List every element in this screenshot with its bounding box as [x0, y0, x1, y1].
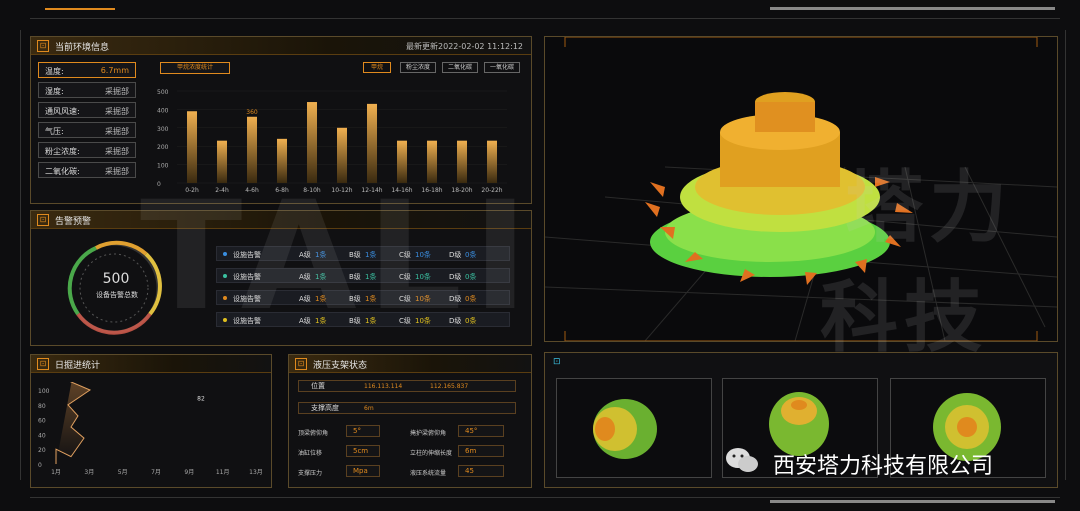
right-frame-line	[1065, 30, 1066, 480]
hyd-param-label: 支撑压力	[298, 470, 323, 477]
metric-value: 采掘部	[105, 147, 129, 156]
thumbnail-1[interactable]	[556, 378, 712, 478]
hyd-param-label: 液压系统流量	[410, 470, 447, 477]
bottom-frame-line	[30, 497, 1060, 498]
metric-value: 采掘部	[105, 127, 129, 136]
height-label: 支撑高度	[311, 404, 339, 412]
daily-panel-header: ⊡ 日掘进统计	[31, 355, 271, 373]
metric-value: 采掘部	[105, 107, 129, 116]
hyd-param-value: 6m	[458, 445, 504, 457]
panel-icon: ⊡	[295, 358, 307, 370]
env-updated: 最新更新2022-02-02 11:12:12	[406, 42, 523, 51]
y-tick-label: 400	[157, 107, 169, 114]
y-tick-label: 100	[38, 388, 50, 395]
left-frame-line	[20, 30, 21, 480]
watermark-text-2: 科技	[820, 273, 989, 363]
hyd-param-value: Mpa	[346, 465, 380, 477]
x-tick-label: 9月	[184, 469, 194, 476]
panel-icon: ⊡	[37, 214, 49, 226]
area-series	[55, 382, 92, 464]
metric-row: 粉尘浓度: 采掘部	[38, 142, 136, 158]
hyd-param-value: 45	[458, 465, 504, 477]
metric-label: 通风风速:	[45, 107, 80, 116]
metric-row: 温度: 6.7mm	[38, 62, 136, 78]
position-value-1: 116.113.114	[364, 383, 403, 390]
hyd-param-label: 掩护梁俯仰角	[410, 430, 447, 437]
alarm-count: 500	[102, 271, 130, 287]
y-tick-label: 100	[157, 163, 169, 170]
y-tick-label: 20	[38, 447, 46, 454]
top-right-accent	[770, 7, 1055, 10]
env-title: 当前环境信息	[55, 43, 110, 53]
hyd-param-value: 5cm	[346, 445, 380, 457]
thumbnails-icon: ⊡	[553, 357, 561, 367]
hyd-title: 液压支架状态	[313, 361, 368, 371]
metric-label: 粉尘浓度:	[45, 147, 80, 156]
btn-co2[interactable]: 二氧化碳	[442, 62, 478, 73]
metric-label: 湿度:	[45, 87, 64, 96]
hyd-param-value: 45°	[458, 425, 504, 437]
metric-label: 二氧化碳:	[45, 167, 80, 176]
alarm-title: 告警预警	[55, 217, 92, 227]
metric-row: 二氧化碳: 采掘部	[38, 162, 136, 178]
metric-value: 采掘部	[105, 87, 129, 96]
top-left-accent	[45, 8, 115, 10]
watermark-logo: TALI	[140, 170, 539, 344]
x-tick-label: 7月	[151, 469, 161, 476]
y-tick-label: 60	[38, 418, 46, 425]
metric-row: 通风风速: 采掘部	[38, 102, 136, 118]
x-tick-label: 13月	[249, 469, 263, 476]
bottom-right-accent	[770, 500, 1055, 503]
y-tick-label: 40	[38, 432, 46, 439]
alarm-count-label: 设备告警总数	[96, 291, 138, 299]
dashboard: ⊡ 当前环境信息 最新更新2022-02-02 11:12:12 温度: 6.7mm 湿…	[0, 0, 1080, 511]
wechat-icon	[725, 447, 759, 473]
x-tick-label: 11月	[216, 469, 230, 476]
metric-row: 湿度: 采掘部	[38, 82, 136, 98]
y-tick-label: 80	[38, 403, 46, 410]
watermark-text-1: 塔力	[845, 163, 1014, 253]
top-frame-line	[30, 18, 1060, 19]
hyd-param-label: 立柱的伸缩长度	[410, 450, 453, 457]
y-tick-label: 500	[157, 89, 169, 96]
position-field: 位置	[298, 380, 516, 392]
panel-icon: ⊡	[37, 40, 49, 52]
x-tick-label: 1月	[51, 469, 61, 476]
btn-methane[interactable]: 甲烷	[363, 62, 391, 73]
company-name: 西安塔力科技有限公司	[773, 454, 994, 479]
x-tick-label: 5月	[118, 469, 128, 476]
metric-value: 采掘部	[105, 167, 129, 176]
metric-value: 6.7mm	[100, 66, 129, 75]
height-field: 支撑高度	[298, 402, 516, 414]
hyd-param-label: 顶梁俯仰角	[298, 430, 329, 437]
y-tick-label: 0	[38, 462, 42, 469]
hyd-param-label: 油缸位移	[298, 450, 323, 457]
hyd-panel-header: ⊡ 液压支架状态	[289, 355, 531, 373]
height-value: 6m	[364, 405, 374, 412]
metric-label: 气压:	[45, 127, 64, 136]
position-value-2: 112.165.837	[430, 383, 469, 390]
peak-label: 82	[197, 395, 205, 402]
position-label: 位置	[311, 382, 325, 390]
daily-title: 日掘进统计	[55, 361, 101, 371]
hyd-param-value: 5°	[346, 425, 380, 437]
y-tick-label: 300	[157, 126, 169, 133]
metric-row: 气压: 采掘部	[38, 122, 136, 138]
panel-icon: ⊡	[37, 358, 49, 370]
chart-tab[interactable]: 甲烷浓度统计	[160, 62, 230, 74]
y-tick-label: 200	[157, 144, 169, 151]
daily-area-chart: 100 80 60 40 20 0 1月 3月 5月 7月 9月 11月 13月 82	[38, 382, 263, 476]
btn-co[interactable]: 一氧化碳	[484, 62, 520, 73]
btn-dust[interactable]: 粉尘浓度	[400, 62, 436, 73]
metric-label: 温度:	[45, 67, 64, 76]
bar-annotation: 360	[246, 109, 258, 116]
x-tick-label: 3月	[84, 469, 94, 476]
env-panel-header: ⊡ 当前环境信息 最新更新2022-02-02 11:12:12	[31, 37, 531, 55]
